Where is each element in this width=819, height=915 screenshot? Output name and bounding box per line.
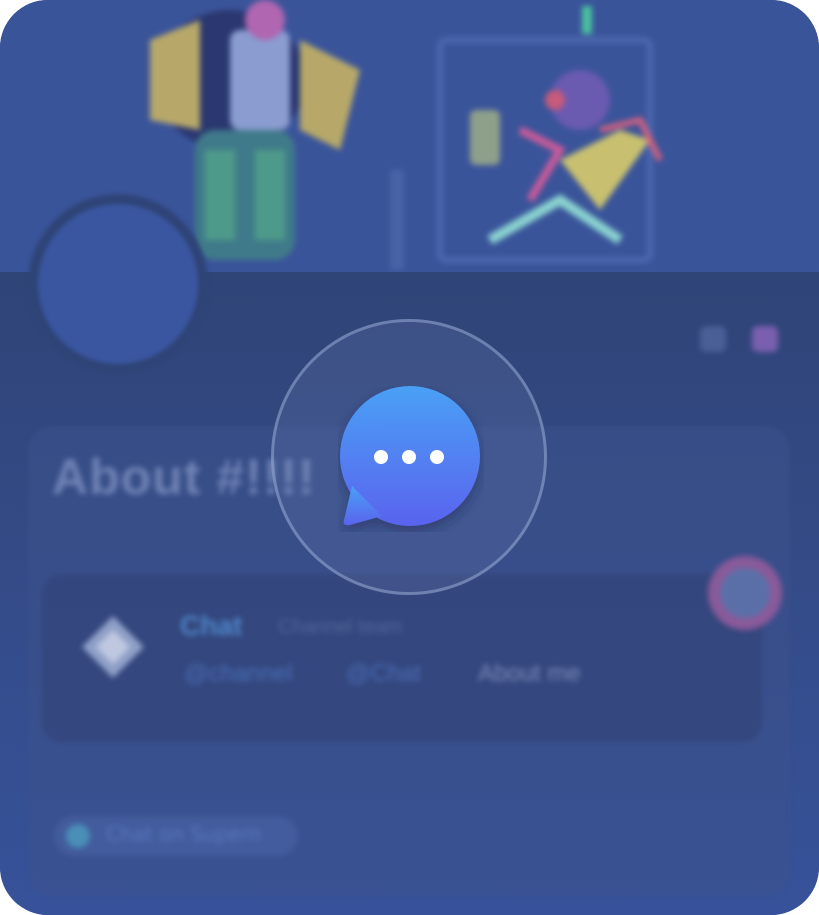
profile-card: About #!!!! Chat Channel team @channel @… bbox=[0, 0, 819, 915]
ellipsis-dot bbox=[402, 450, 416, 464]
member-badge-icon bbox=[708, 556, 782, 630]
badge-icon[interactable] bbox=[752, 326, 778, 352]
action-icon[interactable] bbox=[700, 326, 726, 352]
avatar-image bbox=[38, 204, 198, 364]
ellipsis-dot bbox=[374, 450, 388, 464]
member-name[interactable]: Chat bbox=[180, 610, 242, 642]
status-dot-icon bbox=[66, 824, 90, 848]
ellipsis-dot bbox=[430, 450, 444, 464]
member-subtitle: Channel team bbox=[278, 616, 403, 638]
member-link-about[interactable]: About me bbox=[478, 660, 581, 688]
status-pill-label: Chat on Supern bbox=[106, 822, 262, 846]
member-link-channel[interactable]: @channel bbox=[184, 660, 292, 688]
server-logo-icon bbox=[82, 616, 144, 678]
chat-bubble-ellipsis-icon bbox=[340, 386, 480, 526]
member-link-chat[interactable]: @Chat bbox=[346, 660, 421, 688]
member-card[interactable] bbox=[42, 574, 762, 742]
